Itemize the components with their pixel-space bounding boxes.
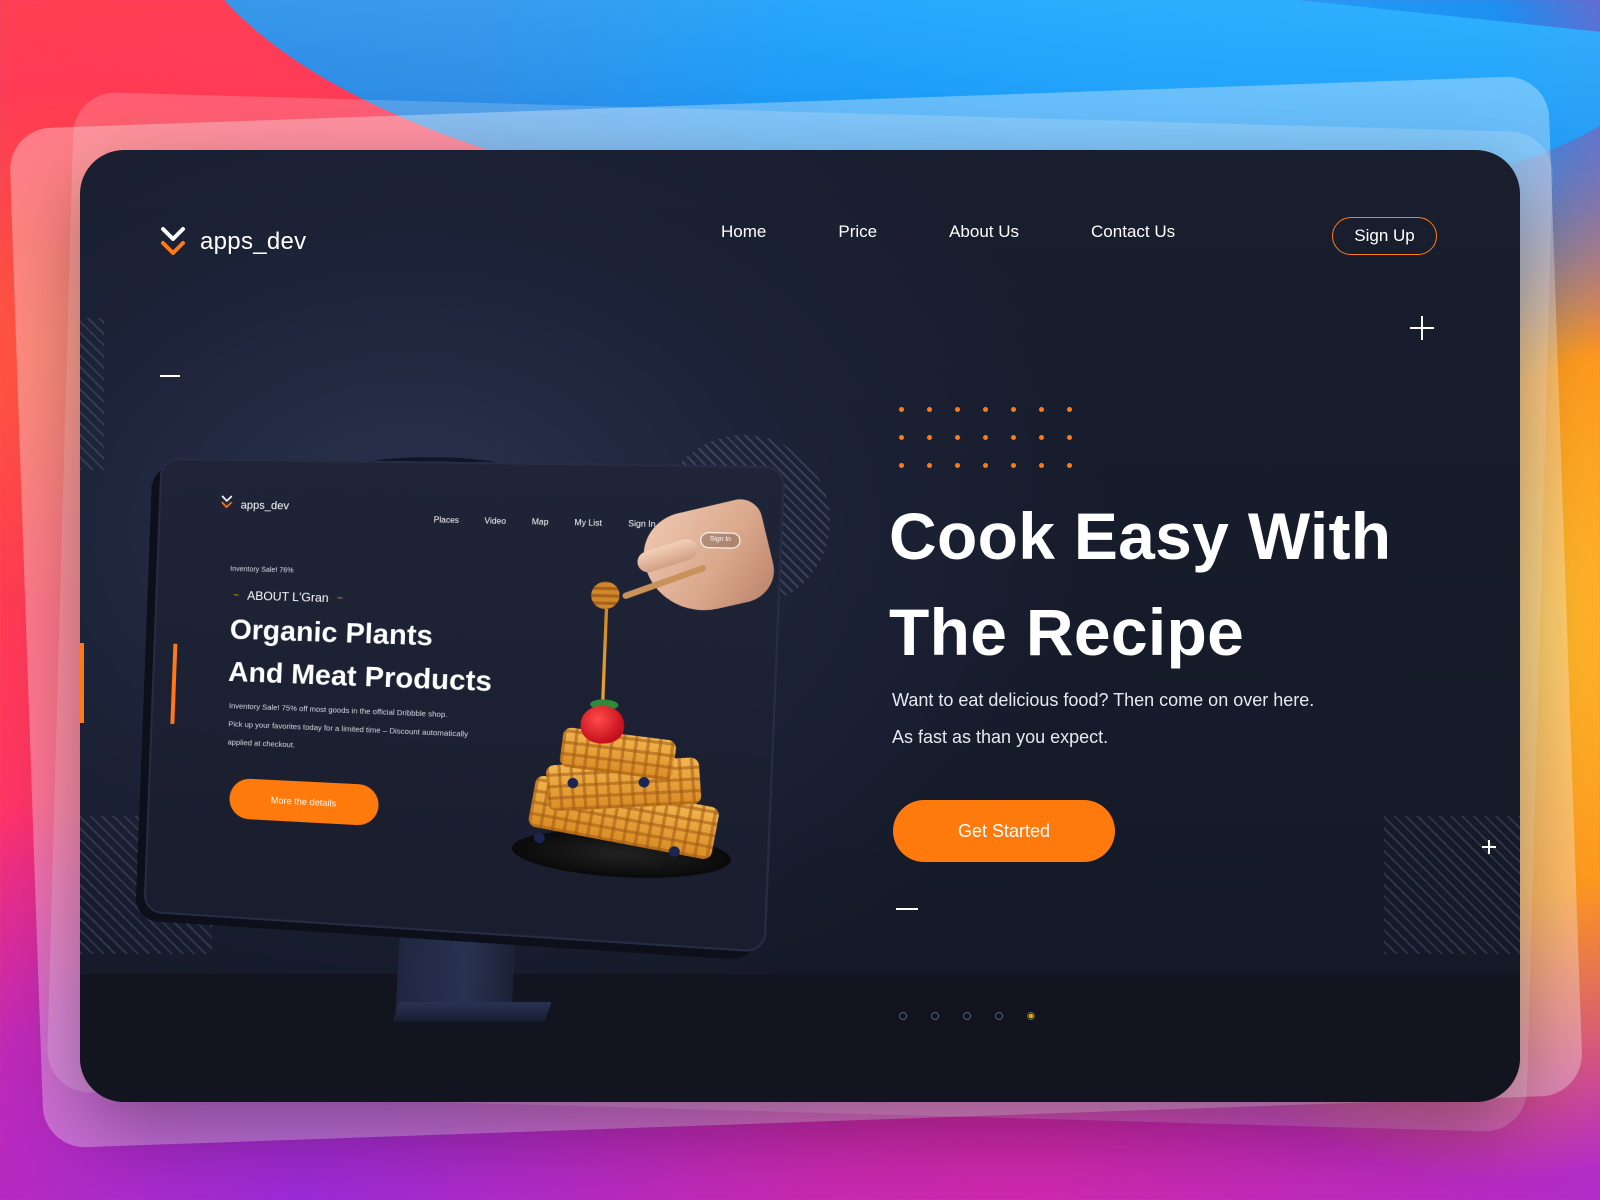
dash-icon-left bbox=[160, 375, 180, 377]
get-started-button[interactable]: Get Started bbox=[893, 800, 1115, 862]
mockup-nav-my-list: My List bbox=[574, 517, 603, 528]
chevron-double-down-icon bbox=[160, 226, 186, 258]
mockup-nav-places: Places bbox=[433, 515, 460, 526]
hero-subtitle: Want to eat delicious food? Then come on… bbox=[892, 682, 1412, 756]
plus-icon-small bbox=[1482, 840, 1496, 854]
mockup-nav-sign-in: Sign In bbox=[628, 518, 656, 529]
nav-item-home[interactable]: Home bbox=[721, 222, 766, 242]
mockup-brand-name: apps_dev bbox=[240, 498, 290, 512]
mockup-logo: apps_dev bbox=[220, 495, 289, 515]
hatch-panel-left-top bbox=[80, 318, 104, 470]
nav-item-about-us[interactable]: About Us bbox=[949, 222, 1019, 242]
mockup-nav-video: Video bbox=[484, 516, 507, 526]
chevron-double-down-icon bbox=[220, 495, 233, 514]
pager-dot-2[interactable] bbox=[931, 1012, 939, 1020]
pager-dot-4[interactable] bbox=[995, 1012, 1003, 1020]
mockup-title: Organic Plants And Meat Products bbox=[227, 608, 564, 706]
mockup-body: Inventory Sale! 75% off most goods in th… bbox=[227, 697, 519, 765]
mockup-sale-label: Inventory Sale! 76% bbox=[230, 565, 294, 575]
hero-title-line1: Cook Easy With bbox=[889, 499, 1392, 573]
mockup-about-label: ABOUT L'Gran bbox=[246, 588, 329, 606]
landing-page-card: apps_dev Home Price About Us Contact Us … bbox=[80, 150, 1520, 1102]
brand-logo[interactable]: apps_dev bbox=[160, 226, 307, 258]
brand-name: apps_dev bbox=[200, 228, 307, 255]
monitor-screen: apps_dev Places Video Map My List Sign I… bbox=[143, 457, 786, 953]
pager-dot-1[interactable] bbox=[899, 1012, 907, 1020]
main-nav: Home Price About Us Contact Us bbox=[721, 222, 1175, 242]
nav-item-contact-us[interactable]: Contact Us bbox=[1091, 222, 1175, 242]
dash-icon-bottom bbox=[896, 908, 918, 910]
pager-dot-3[interactable] bbox=[963, 1012, 971, 1020]
nav-item-price[interactable]: Price bbox=[838, 222, 877, 242]
hero-title-line2: The Recipe bbox=[889, 595, 1245, 669]
sign-up-button[interactable]: Sign Up bbox=[1332, 217, 1437, 255]
strawberry-image bbox=[579, 704, 625, 745]
wave-icon: ~ bbox=[336, 592, 344, 604]
monitor-stand-base bbox=[392, 1002, 552, 1022]
carousel-pager bbox=[899, 1012, 1035, 1020]
honey-drip bbox=[600, 608, 609, 715]
mockup-details-button: More the details bbox=[228, 777, 380, 827]
hero-subtitle-line2: As fast as than you expect. bbox=[892, 727, 1109, 747]
honey-dipper-icon bbox=[590, 581, 621, 610]
mockup-nav-map: Map bbox=[531, 517, 549, 527]
plus-icon bbox=[1410, 316, 1434, 340]
orange-dot-grid bbox=[899, 407, 1072, 468]
hero-title: Cook Easy With The Recipe bbox=[889, 488, 1449, 680]
hero-subtitle-line1: Want to eat delicious food? Then come on… bbox=[892, 690, 1315, 710]
footer-band bbox=[80, 974, 1520, 1102]
left-edge-accent bbox=[80, 643, 84, 723]
mockup-accent-bar bbox=[170, 643, 178, 724]
monitor-mockup: apps_dev Places Video Map My List Sign I… bbox=[135, 457, 786, 961]
mockup-sign-in-button: Sign In bbox=[699, 531, 741, 549]
pager-dot-5[interactable] bbox=[1027, 1012, 1035, 1020]
mockup-nav: Places Video Map My List Sign In bbox=[433, 515, 655, 529]
mockup-about: ~ ABOUT L'Gran ~ bbox=[233, 588, 344, 606]
wave-icon: ~ bbox=[233, 589, 240, 601]
hatch-panel-right-bottom bbox=[1384, 816, 1520, 954]
